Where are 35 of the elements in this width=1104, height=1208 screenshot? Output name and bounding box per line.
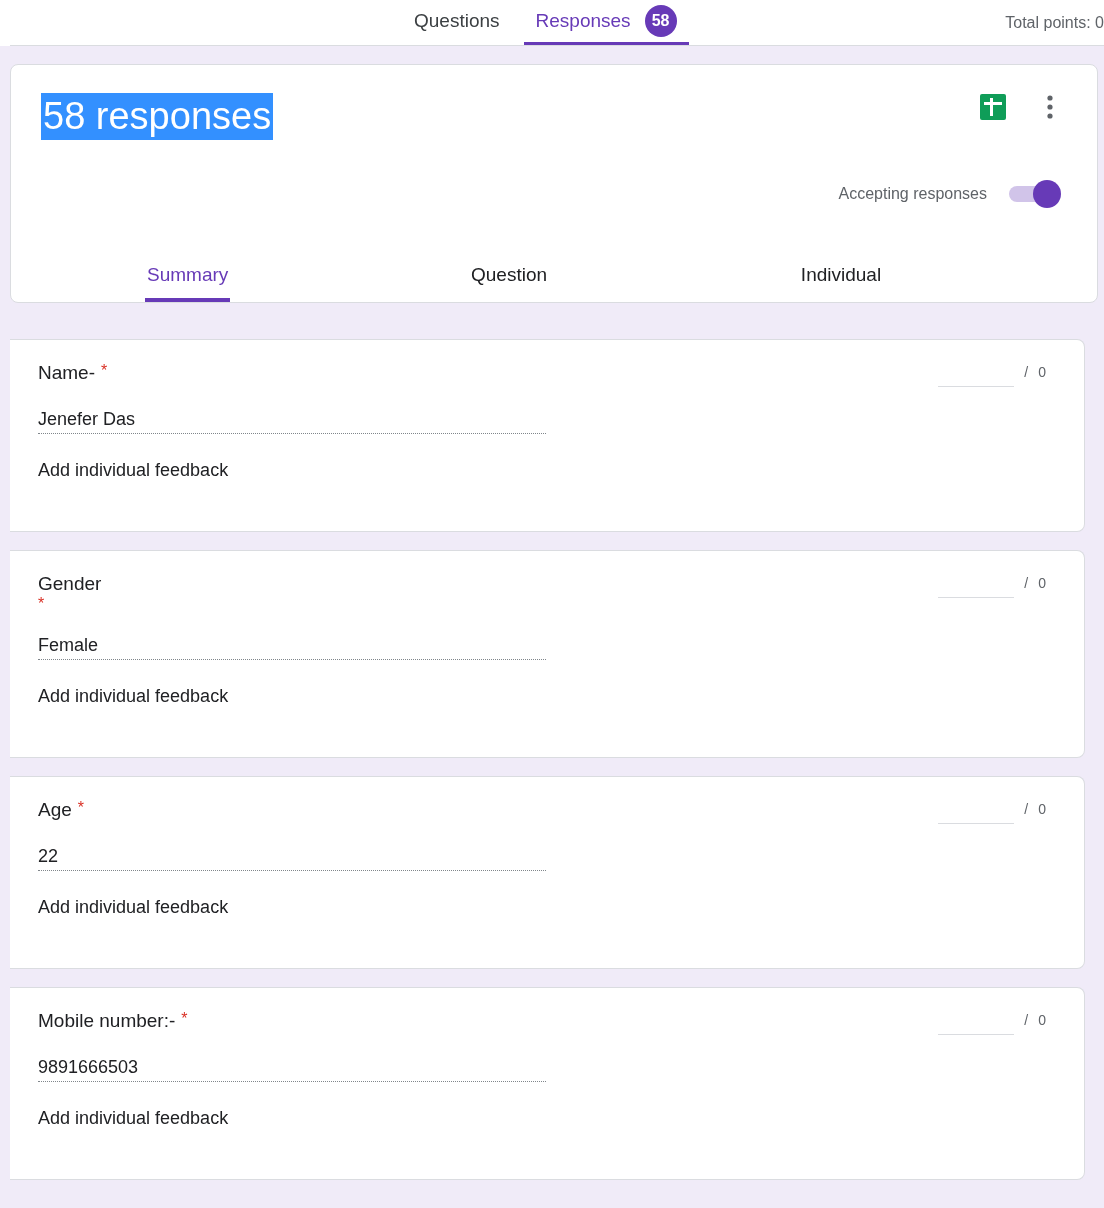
spreadsheet-icon[interactable] bbox=[979, 93, 1007, 121]
question-label: Gender bbox=[38, 573, 102, 595]
feedback-link[interactable]: Add individual feedback bbox=[38, 686, 229, 707]
answer-text: 9891666503 bbox=[38, 1057, 546, 1082]
max-points: 0 bbox=[1038, 801, 1046, 817]
more-options-icon[interactable] bbox=[1047, 95, 1053, 119]
feedback-link[interactable]: Add individual feedback bbox=[38, 897, 229, 918]
responses-title: 58 responses bbox=[41, 93, 274, 140]
required-mark: * bbox=[101, 362, 108, 380]
top-tab[interactable]: Questions bbox=[402, 0, 512, 45]
view-tab[interactable]: Question bbox=[468, 258, 549, 302]
accepting-toggle[interactable] bbox=[1009, 178, 1063, 210]
view-tab[interactable]: Summary bbox=[145, 258, 231, 302]
required-mark: * bbox=[77, 799, 85, 817]
total-points: Total points: 0 bbox=[1005, 13, 1104, 32]
required-mark: * bbox=[181, 1010, 188, 1028]
question-label: Mobile number:- bbox=[38, 1010, 176, 1032]
view-tab[interactable]: Individual bbox=[798, 258, 884, 302]
required-mark: * bbox=[38, 595, 45, 613]
score-separator: / bbox=[1024, 364, 1029, 380]
score-separator: / bbox=[1024, 575, 1029, 591]
answer-text: Jenefer Das bbox=[38, 409, 546, 434]
score-separator: / bbox=[1024, 801, 1029, 817]
score-separator: / bbox=[1024, 1012, 1029, 1028]
question-label: Age bbox=[38, 799, 72, 821]
answer-text: 22 bbox=[38, 846, 546, 871]
count-badge: 58 bbox=[644, 5, 677, 37]
question-label: Name- bbox=[38, 362, 95, 384]
accepting-label: Accepting responses bbox=[838, 185, 987, 203]
feedback-link[interactable]: Add individual feedback bbox=[38, 460, 229, 481]
max-points: 0 bbox=[1038, 1012, 1046, 1028]
max-points: 0 bbox=[1038, 575, 1046, 591]
max-points: 0 bbox=[1038, 364, 1046, 380]
answer-text: Female bbox=[38, 635, 546, 660]
feedback-link[interactable]: Add individual feedback bbox=[38, 1108, 229, 1129]
